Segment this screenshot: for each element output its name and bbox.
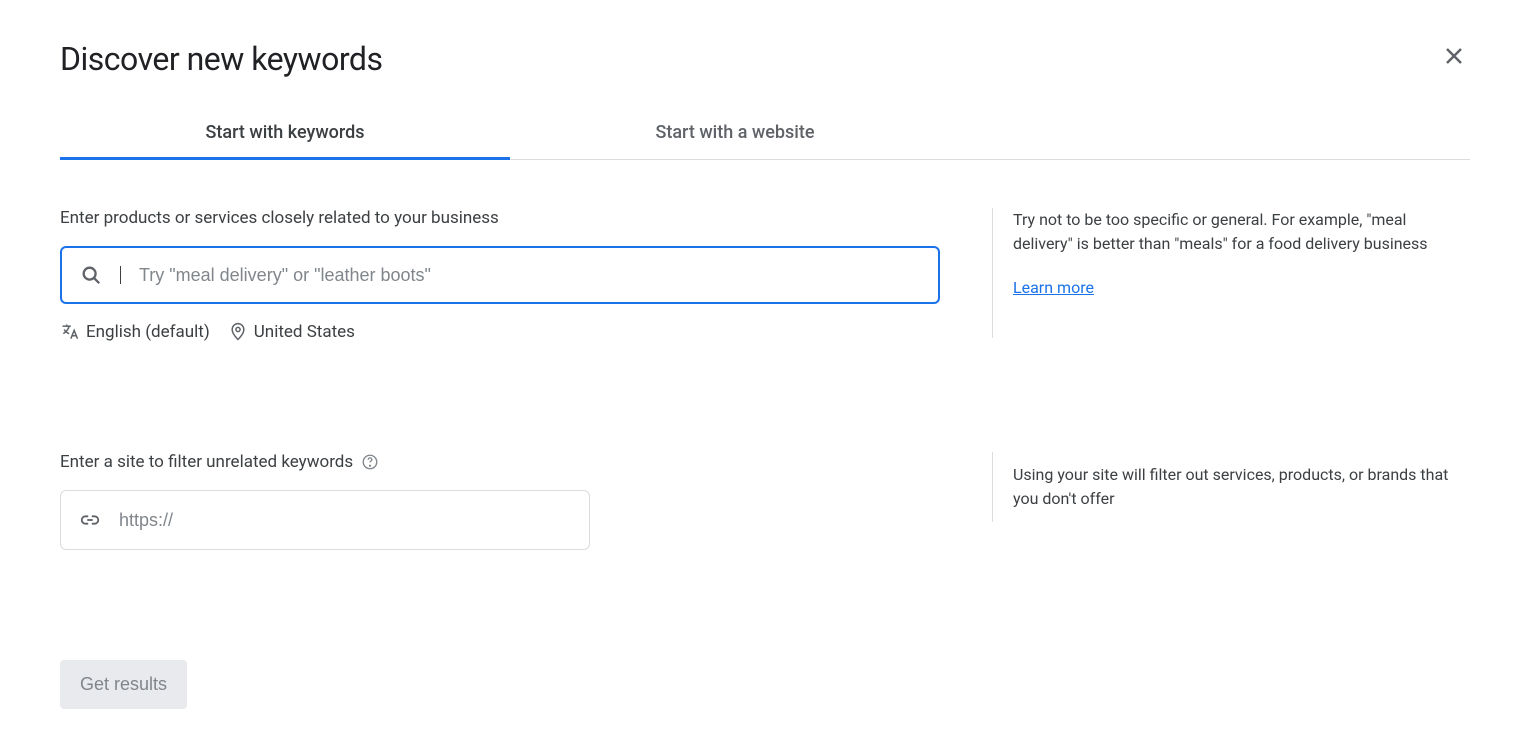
location-pin-icon bbox=[228, 322, 248, 342]
language-label: English (default) bbox=[86, 322, 210, 342]
keyword-input-container[interactable] bbox=[60, 246, 940, 304]
language-selector[interactable]: English (default) bbox=[60, 322, 210, 342]
translate-icon bbox=[60, 322, 80, 342]
search-icon bbox=[80, 264, 102, 286]
help-icon[interactable] bbox=[361, 453, 379, 471]
keyword-input[interactable] bbox=[139, 265, 920, 286]
tab-start-with-website[interactable]: Start with a website bbox=[510, 106, 960, 160]
site-input-container[interactable] bbox=[60, 490, 590, 550]
tab-start-with-keywords[interactable]: Start with keywords bbox=[60, 106, 510, 160]
location-label: United States bbox=[254, 322, 355, 342]
keyword-field-label: Enter products or services closely relat… bbox=[60, 208, 968, 228]
get-results-button[interactable]: Get results bbox=[60, 660, 187, 709]
site-hint-text: Using your site will filter out services… bbox=[1013, 463, 1470, 511]
link-icon bbox=[79, 509, 101, 531]
site-field-label-text: Enter a site to filter unrelated keyword… bbox=[60, 452, 353, 472]
close-icon bbox=[1442, 44, 1466, 68]
location-selector[interactable]: United States bbox=[228, 322, 355, 342]
keyword-hint-text: Try not to be too specific or general. F… bbox=[1013, 208, 1470, 256]
site-field-label: Enter a site to filter unrelated keyword… bbox=[60, 452, 968, 472]
page-title: Discover new keywords bbox=[60, 40, 382, 78]
site-input[interactable] bbox=[119, 510, 571, 531]
close-button[interactable] bbox=[1438, 40, 1470, 72]
tabs: Start with keywords Start with a website bbox=[60, 106, 1470, 160]
learn-more-link[interactable]: Learn more bbox=[1013, 278, 1094, 297]
